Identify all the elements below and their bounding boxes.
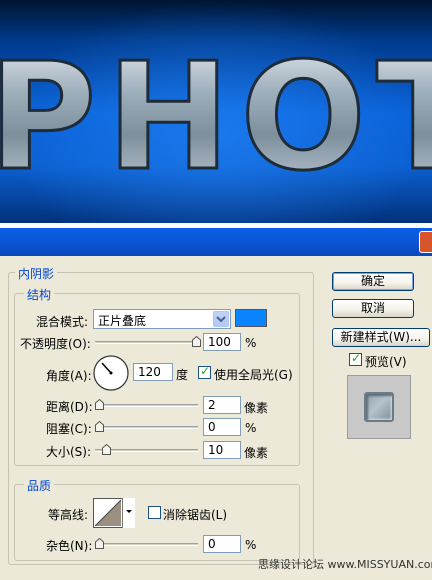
angle-dial[interactable]	[92, 354, 130, 392]
distance-unit: 像素	[244, 401, 269, 415]
anti-alias-checkbox[interactable]	[148, 506, 161, 519]
noise-unit: %	[245, 538, 257, 552]
banner-art: PHOT	[0, 30, 432, 205]
noise-input[interactable]: 0	[203, 535, 241, 553]
preview-canvas: PHOT	[0, 0, 432, 223]
size-label: 大小(S):	[46, 445, 92, 459]
watermark-text: 思缘设计论坛 www.MISSYUAN.com	[258, 558, 432, 571]
noise-slider[interactable]	[95, 543, 198, 546]
preview-label: 预览(V)	[365, 355, 407, 369]
choke-unit: %	[245, 421, 257, 435]
distance-slider-thumb[interactable]	[95, 399, 104, 410]
caret-down-icon	[126, 510, 132, 513]
ok-button[interactable]: 确定	[332, 272, 414, 291]
dialog-titlebar[interactable]	[0, 228, 432, 256]
contour-label: 等高线:	[48, 508, 89, 522]
contour-dropdown[interactable]	[122, 498, 135, 528]
opacity-unit: %	[245, 336, 257, 350]
size-unit: 像素	[244, 446, 269, 460]
distance-label: 距离(D):	[46, 400, 93, 414]
cancel-button[interactable]: 取消	[332, 299, 414, 318]
opacity-slider[interactable]	[95, 341, 198, 344]
distance-slider[interactable]	[95, 404, 198, 407]
size-slider-thumb[interactable]	[102, 444, 111, 455]
chevron-down-icon[interactable]	[213, 311, 229, 327]
quality-title: 品质	[24, 477, 55, 494]
global-light-checkbox[interactable]: ✓	[198, 364, 211, 379]
close-icon[interactable]	[419, 231, 432, 253]
opacity-label: 不透明度(O):	[20, 337, 91, 351]
preview-checkbox[interactable]: ✓	[349, 351, 362, 366]
blend-mode-value: 正片叠底	[98, 314, 147, 328]
structure-title: 结构	[24, 286, 55, 303]
blend-mode-label: 混合模式:	[36, 315, 89, 329]
size-input[interactable]: 10	[203, 441, 241, 459]
noise-label: 杂色(N):	[46, 539, 93, 553]
choke-input[interactable]: 0	[203, 418, 241, 436]
opacity-input[interactable]: 100	[203, 333, 241, 351]
choke-slider[interactable]	[95, 426, 198, 429]
choke-slider-thumb[interactable]	[95, 421, 104, 432]
new-style-button[interactable]: 新建样式(W)...	[332, 328, 430, 347]
style-preview-thumbnail	[347, 375, 411, 439]
shadow-color-swatch[interactable]	[235, 309, 267, 327]
anti-alias-label: 消除锯齿(L)	[163, 508, 228, 522]
choke-label: 阻塞(C):	[46, 422, 92, 436]
angle-label: 角度(A):	[46, 369, 92, 383]
noise-slider-thumb[interactable]	[95, 538, 104, 549]
distance-input[interactable]: 2	[203, 396, 241, 414]
blend-mode-select[interactable]: 正片叠底	[93, 309, 231, 329]
opacity-slider-thumb[interactable]	[192, 336, 201, 347]
angle-input[interactable]: 120	[133, 363, 173, 381]
global-light-label: 使用全局光(G)	[214, 368, 293, 382]
banner-text: PHOT	[0, 31, 432, 203]
angle-unit: 度	[176, 368, 189, 382]
inner-shadow-title: 内阴影	[15, 265, 58, 282]
style-preview-tile	[364, 392, 394, 422]
contour-curve-icon	[94, 499, 122, 527]
